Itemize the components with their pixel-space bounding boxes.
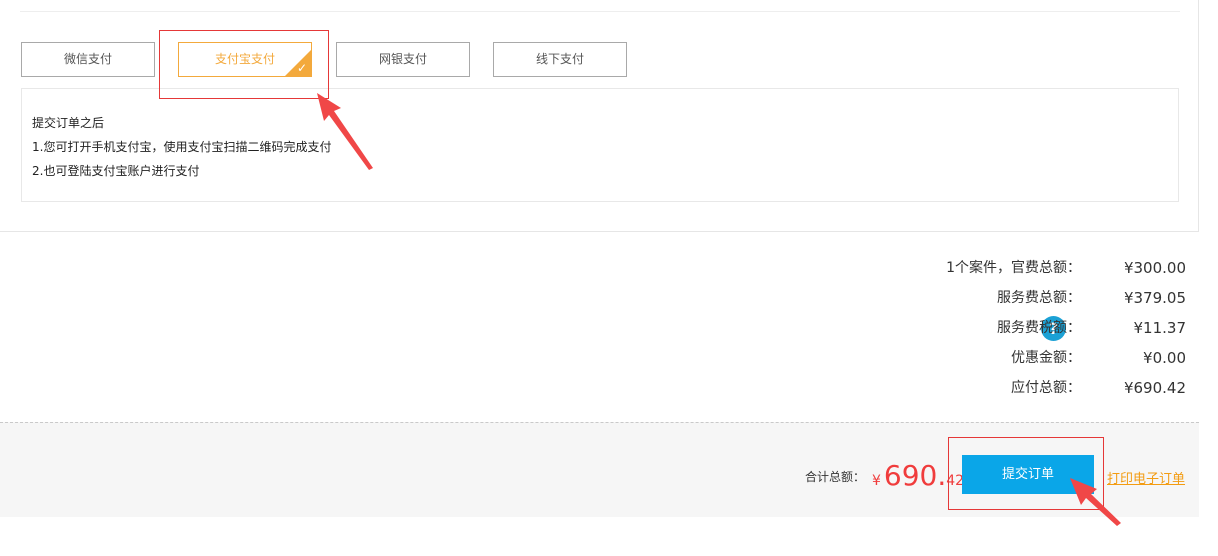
pay-method-alipay-button[interactable]: 支付宝支付 ✓ bbox=[178, 42, 312, 77]
pay-method-bank-button[interactable]: 网银支付 bbox=[336, 42, 470, 77]
total-amount: ¥690.42 bbox=[872, 459, 964, 492]
summary-value: ¥690.42 bbox=[1123, 379, 1186, 397]
summary-value: ¥379.05 bbox=[1123, 289, 1186, 307]
pay-method-label: 网银支付 bbox=[378, 52, 427, 66]
summary-label: 服务费税额： bbox=[997, 320, 1081, 336]
summary-value: ¥11.37 bbox=[1133, 319, 1187, 337]
total-currency: ¥ bbox=[872, 473, 881, 489]
payment-panel: 微信支付 支付宝支付 ✓ 网银支付 线下支付 提交订单之后 1.您可打开手机支付… bbox=[0, 0, 1199, 232]
summary-label: 应付总额： bbox=[1011, 380, 1081, 396]
check-icon: ✓ bbox=[296, 61, 308, 75]
summary-value: ¥300.00 bbox=[1123, 259, 1186, 277]
summary-label: 优惠金额： bbox=[1011, 350, 1081, 366]
order-footer: 合计总额： ¥690.42 提交订单 打印电子订单 bbox=[0, 422, 1199, 517]
summary-value: ¥0.00 bbox=[1143, 349, 1186, 367]
divider bbox=[20, 11, 1180, 12]
print-order-link[interactable]: 打印电子订单 bbox=[1107, 468, 1185, 487]
pay-method-wechat-button[interactable]: 微信支付 bbox=[21, 42, 155, 77]
pay-method-label: 线下支付 bbox=[535, 52, 584, 66]
summary-label: 服务费总额： bbox=[997, 290, 1081, 306]
total-integer: 690. bbox=[883, 459, 947, 492]
pay-method-label: 支付宝支付 bbox=[214, 52, 275, 66]
total-label: 合计总额： bbox=[805, 470, 866, 484]
instruction-line: 2.也可登陆支付宝账户进行支付 bbox=[32, 164, 200, 178]
instruction-line: 提交订单之后 bbox=[32, 116, 105, 130]
summary-label: 1个案件，官费总额： bbox=[946, 260, 1081, 276]
instruction-line: 1.您可打开手机支付宝，使用支付宝扫描二维码完成支付 bbox=[32, 140, 332, 154]
submit-order-button[interactable]: 提交订单 bbox=[962, 455, 1094, 494]
pay-method-offline-button[interactable]: 线下支付 bbox=[493, 42, 627, 77]
pay-method-label: 微信支付 bbox=[63, 52, 112, 66]
payment-instructions: 提交订单之后 1.您可打开手机支付宝，使用支付宝扫描二维码完成支付 2.也可登陆… bbox=[21, 88, 1179, 202]
